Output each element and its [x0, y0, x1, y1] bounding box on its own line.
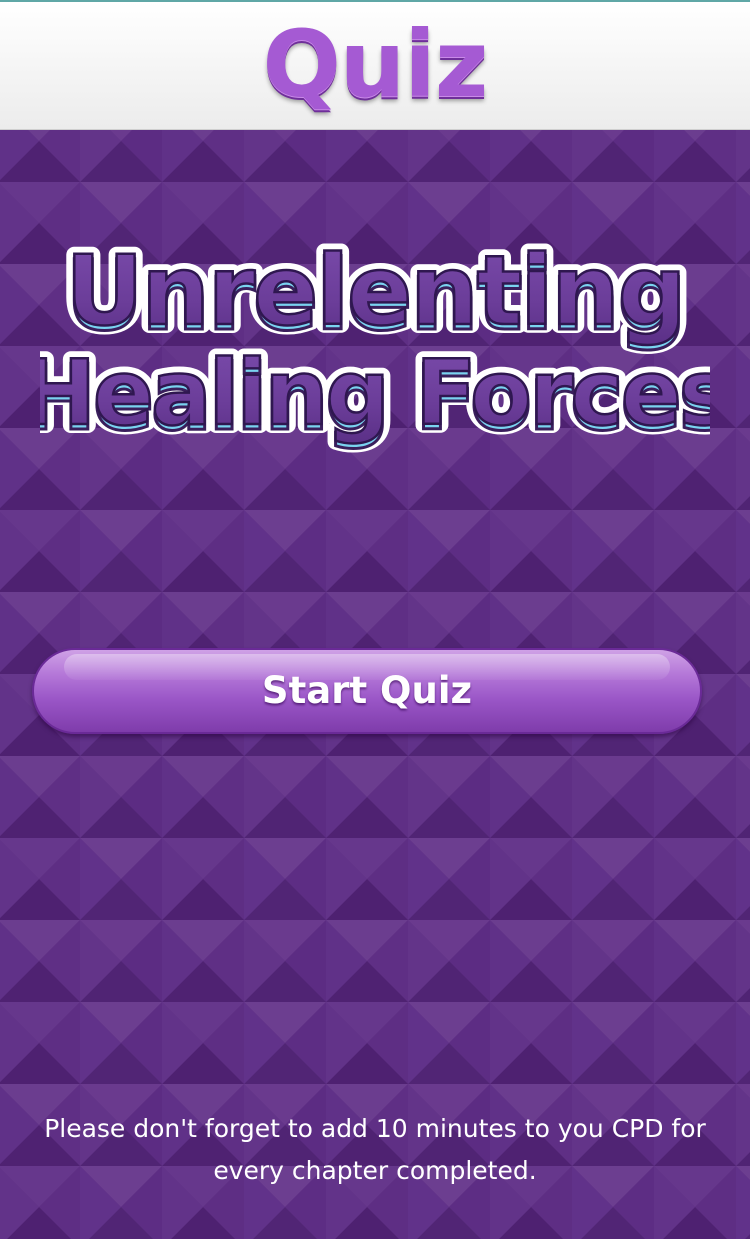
page-title: Quiz [262, 11, 489, 118]
start-quiz-button[interactable]: Start Quiz [32, 648, 702, 734]
logo-line-2-face: Healing Forces [40, 341, 710, 446]
quiz-logo: Unrelenting Unrelenting Unrelenting Heal… [40, 225, 710, 465]
quiz-screen: Quiz Unrelenting Unrelenting Unrelenting… [0, 0, 750, 1239]
header-bar: Quiz [0, 0, 750, 130]
logo-line-1-face: Unrelenting [66, 235, 685, 347]
start-quiz-label: Start Quiz [261, 669, 473, 712]
cpd-reminder-text: Please don't forget to add 10 minutes to… [44, 1114, 706, 1185]
